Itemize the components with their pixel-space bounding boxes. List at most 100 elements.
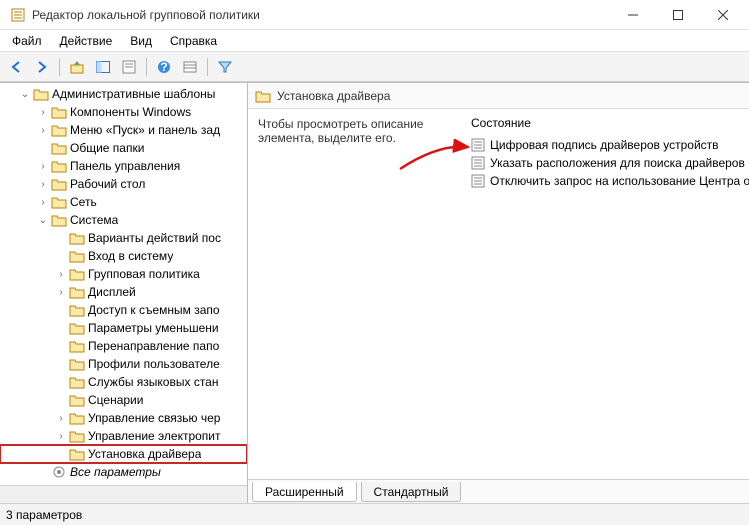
tree-item[interactable]: › Меню «Пуск» и панель зад	[0, 121, 247, 139]
tree-label: Общие папки	[70, 141, 144, 155]
list-button[interactable]	[178, 55, 202, 79]
tree-item[interactable]: › Компоненты Windows	[0, 103, 247, 121]
expand-icon[interactable]: ›	[36, 197, 50, 208]
tree-item-system[interactable]: ⌄ Система	[0, 211, 247, 229]
menu-help[interactable]: Справка	[162, 32, 225, 50]
setting-item[interactable]: Цифровая подпись драйверов устройств	[463, 136, 749, 154]
tree-item[interactable]: ›Сценарии	[0, 391, 247, 409]
tree-label: Перенаправление папо	[88, 339, 219, 353]
tree-item[interactable]: ›Доступ к съемным запо	[0, 301, 247, 319]
properties-button[interactable]	[117, 55, 141, 79]
expand-icon[interactable]: ›	[54, 269, 68, 280]
expand-icon[interactable]: ›	[36, 161, 50, 172]
folder-icon	[51, 159, 67, 173]
expand-icon[interactable]: ›	[54, 413, 68, 424]
close-button[interactable]	[700, 1, 745, 29]
tree-label: Управление электропит	[88, 429, 221, 443]
folder-icon	[69, 231, 85, 245]
toolbar-separator	[59, 58, 60, 76]
svg-text:?: ?	[160, 60, 167, 74]
tree-label: Все параметры	[70, 465, 161, 479]
folder-icon	[69, 375, 85, 389]
filter-button[interactable]	[213, 55, 237, 79]
tree-label: Параметры уменьшени	[88, 321, 219, 335]
folder-icon	[51, 105, 67, 119]
description-text: Чтобы просмотреть описание элемента, выд…	[248, 109, 463, 479]
up-button[interactable]	[65, 55, 89, 79]
folder-icon	[69, 393, 85, 407]
tree-label: Компоненты Windows	[70, 105, 191, 119]
tree-scrollbar[interactable]	[0, 485, 247, 503]
tree-label: Варианты действий пос	[88, 231, 221, 245]
minimize-button[interactable]	[610, 1, 655, 29]
folder-icon	[69, 267, 85, 281]
tree-item[interactable]: ›Службы языковых стан	[0, 373, 247, 391]
menu-file[interactable]: Файл	[4, 32, 50, 50]
collapse-icon[interactable]: ⌄	[36, 215, 50, 226]
expand-icon[interactable]: ›	[54, 431, 68, 442]
folder-icon	[51, 177, 67, 191]
folder-icon	[69, 447, 85, 461]
tab-standard[interactable]: Стандартный	[361, 482, 462, 502]
content-title: Установка драйвера	[277, 89, 390, 103]
column-header-state[interactable]: Состояние	[463, 113, 749, 136]
folder-icon	[69, 357, 85, 371]
folder-icon	[69, 285, 85, 299]
view-tabs: Расширенный Стандартный	[248, 479, 749, 503]
tree-item[interactable]: › Управление электропит	[0, 427, 247, 445]
folder-icon	[69, 339, 85, 353]
tree-item-driver-install[interactable]: ›Установка драйвера	[0, 445, 247, 463]
tree-label: Дисплей	[88, 285, 136, 299]
tree-item[interactable]: ›Сеть	[0, 193, 247, 211]
expand-icon[interactable]: ›	[54, 287, 68, 298]
folder-icon	[69, 321, 85, 335]
tree-item[interactable]: › Управление связью чер	[0, 409, 247, 427]
tree-item[interactable]: › Групповая политика	[0, 265, 247, 283]
tree-label: Управление связью чер	[88, 411, 220, 425]
tree-item[interactable]: ›Общие папки	[0, 139, 247, 157]
status-bar: 3 параметров	[0, 503, 749, 525]
tree[interactable]: ⌄ Административные шаблоны › Компоненты W…	[0, 83, 247, 485]
tree-label: Доступ к съемным запо	[88, 303, 220, 317]
tree-item[interactable]: ›Параметры уменьшени	[0, 319, 247, 337]
tree-item[interactable]: ›Профили пользователе	[0, 355, 247, 373]
setting-label: Цифровая подпись драйверов устройств	[490, 138, 719, 152]
expand-icon[interactable]: ›	[36, 179, 50, 190]
settings-list: Состояние Цифровая подпись драйверов уст…	[463, 109, 749, 479]
tree-item-all-settings[interactable]: ›Все параметры	[0, 463, 247, 481]
back-button[interactable]	[4, 55, 28, 79]
folder-icon	[51, 195, 67, 209]
menu-action[interactable]: Действие	[52, 32, 121, 50]
tree-item[interactable]: ›Варианты действий пос	[0, 229, 247, 247]
folder-icon	[33, 87, 49, 101]
tree-label: Панель управления	[70, 159, 180, 173]
maximize-button[interactable]	[655, 1, 700, 29]
expand-icon[interactable]: ›	[36, 125, 50, 136]
tree-item-admin-templates[interactable]: ⌄ Административные шаблоны	[0, 85, 247, 103]
collapse-icon[interactable]: ⌄	[18, 89, 32, 100]
toolbar: ?	[0, 52, 749, 82]
tree-item[interactable]: › Панель управления	[0, 157, 247, 175]
tree-label: Меню «Пуск» и панель зад	[70, 123, 220, 137]
tree-label: Групповая политика	[88, 267, 200, 281]
tree-item[interactable]: ›Перенаправление папо	[0, 337, 247, 355]
tree-item[interactable]: ›Вход в систему	[0, 247, 247, 265]
app-icon	[10, 7, 26, 23]
content-body: Чтобы просмотреть описание элемента, выд…	[248, 109, 749, 479]
status-text: 3 параметров	[6, 508, 82, 522]
tree-label: Система	[70, 213, 118, 227]
expand-icon[interactable]: ›	[36, 107, 50, 118]
tree-label: Сценарии	[88, 393, 143, 407]
window-controls	[610, 1, 745, 29]
help-button[interactable]: ?	[152, 55, 176, 79]
menu-view[interactable]: Вид	[122, 32, 160, 50]
tree-item[interactable]: ›Рабочий стол	[0, 175, 247, 193]
forward-button[interactable]	[30, 55, 54, 79]
tree-item[interactable]: › Дисплей	[0, 283, 247, 301]
show-hide-tree-button[interactable]	[91, 55, 115, 79]
setting-item[interactable]: Указать расположения для поиска драйверо…	[463, 154, 749, 172]
tree-label: Профили пользователе	[88, 357, 220, 371]
tree-pane: ⌄ Административные шаблоны › Компоненты W…	[0, 83, 248, 503]
tab-extended[interactable]: Расширенный	[252, 482, 357, 502]
setting-item[interactable]: Отключить запрос на использование Центра…	[463, 172, 749, 190]
